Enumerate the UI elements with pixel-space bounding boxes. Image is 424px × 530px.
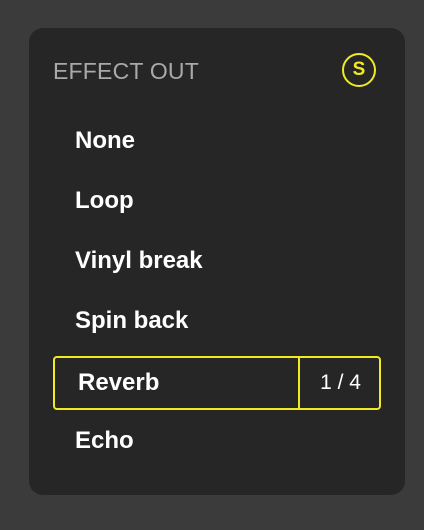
menu-item-loop[interactable]: Loop	[53, 174, 381, 228]
menu-item-label: None	[75, 127, 135, 154]
menu-item-label: Reverb	[78, 369, 160, 396]
menu-item-label: Loop	[75, 187, 134, 214]
menu-item-echo[interactable]: Echo	[53, 414, 381, 468]
item-page-counter: 1 / 4	[320, 371, 361, 394]
s-badge-icon[interactable]: S	[342, 53, 376, 87]
menu-item-none[interactable]: None	[53, 114, 381, 168]
menu-item-spin-back[interactable]: Spin back	[53, 294, 381, 348]
effect-out-panel: EFFECT OUT S None Loop Vinyl break Spin …	[29, 28, 405, 495]
menu-item-label: Spin back	[75, 307, 189, 334]
menu-item-vinyl-break[interactable]: Vinyl break	[53, 234, 381, 288]
panel-title: EFFECT OUT	[53, 58, 199, 84]
menu-item-reverb[interactable]: Reverb 1 / 4	[53, 356, 381, 410]
panel-header: EFFECT OUT S	[29, 28, 405, 114]
menu-item-label: Echo	[75, 427, 134, 454]
menu-item-label: Vinyl break	[75, 247, 203, 274]
